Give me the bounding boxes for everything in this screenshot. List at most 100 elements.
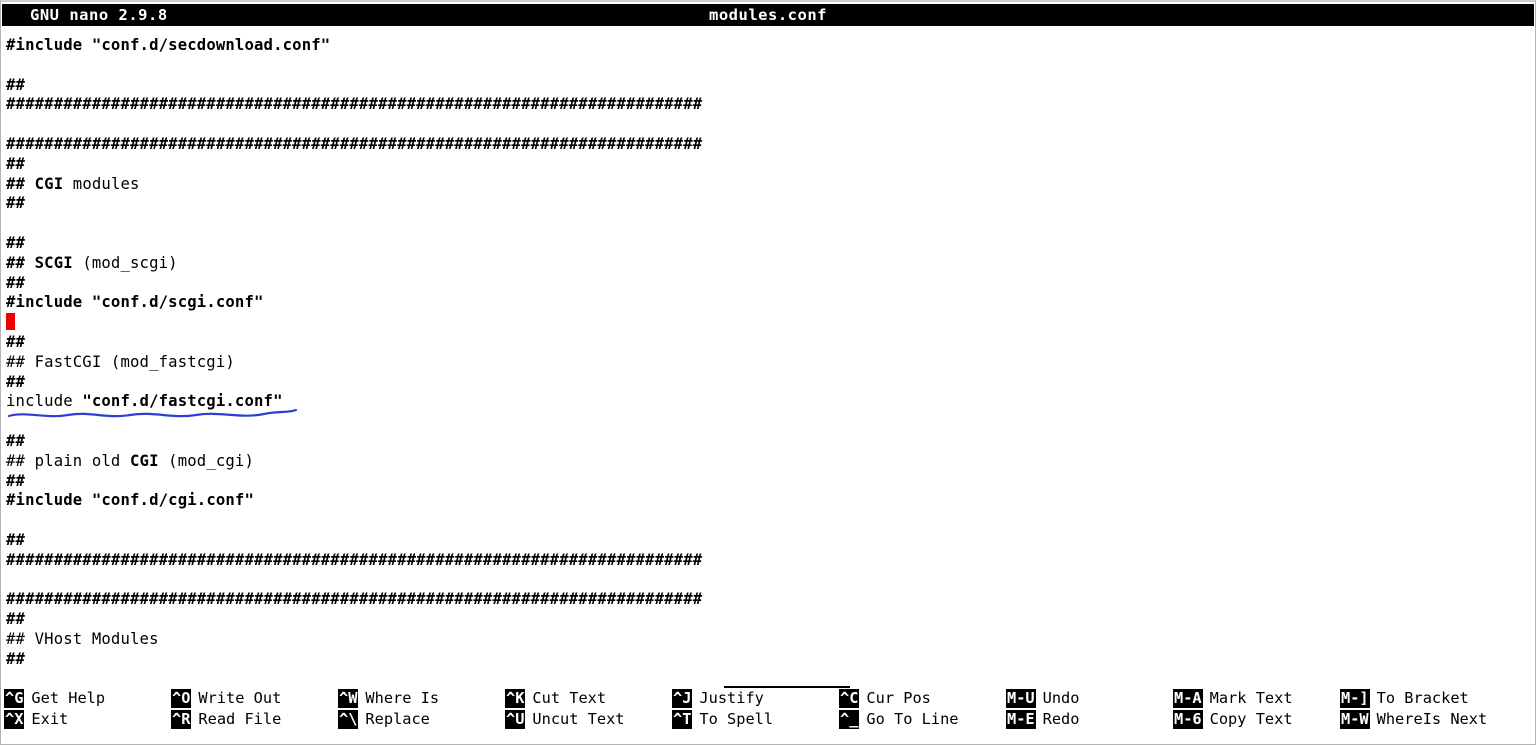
shortcut-write-out[interactable]: ^O Write Out	[171, 688, 338, 709]
shortcut-label: WhereIs Next	[1376, 710, 1488, 728]
shortcut-cut-text[interactable]: ^K Cut Text	[505, 688, 672, 709]
shortcut-label: Cut Text	[532, 689, 607, 707]
shortcut-label: Replace	[365, 710, 430, 728]
shortcut-key: ^X	[4, 710, 25, 729]
editor-text-segment: CGI	[34, 174, 64, 193]
editor-line[interactable]: ########################################…	[6, 95, 1534, 115]
shortcut-key: M-]	[1340, 689, 1370, 708]
editor-text-segment: ##	[6, 194, 26, 213]
editor-line[interactable]: #include "conf.d/cgi.conf"	[6, 491, 1534, 511]
editor-line[interactable]: ########################################…	[6, 551, 1534, 571]
editor-line[interactable]: ## FastCGI (mod_fastcgi)	[6, 353, 1534, 373]
editor-text-segment: ##	[6, 471, 26, 490]
editor-text-segment: (mod_scgi)	[72, 253, 178, 272]
shortcut-uncut-text[interactable]: ^U Uncut Text	[505, 709, 672, 730]
editor-line[interactable]: ##	[6, 650, 1534, 664]
editor-text-segment: #include	[6, 491, 92, 510]
editor-text-segment: ## plain old	[6, 451, 130, 470]
editor-line[interactable]: ## SCGI (mod_scgi)	[6, 254, 1534, 274]
shortcut-mark-text[interactable]: M-A Mark Text	[1173, 688, 1340, 709]
shortcut-read-file[interactable]: ^R Read File	[171, 709, 338, 730]
shortcut-help-bar: ^G Get Help ^O Write Out ^W Where Is ^K Cut Tex…	[2, 688, 1534, 742]
shortcut-justify[interactable]: ^J Justify	[672, 688, 839, 709]
shortcut-to-bracket[interactable]: M-] To Bracket	[1340, 688, 1510, 709]
shortcut-key: ^K	[505, 689, 526, 708]
text-editing-area[interactable]: #include "conf.d/secdownload.conf" ## ###…	[2, 28, 1534, 664]
editor-text-segment: ########################################…	[6, 590, 703, 609]
editor-text-segment: ##	[6, 372, 26, 391]
editor-line[interactable]: ##	[6, 155, 1534, 175]
editor-line[interactable]: ## CGI modules	[6, 175, 1534, 195]
editor-line[interactable]: ########################################…	[6, 590, 1534, 610]
editor-text-segment: ##	[6, 431, 26, 450]
editor-text-segment: ##	[6, 332, 26, 351]
editor-text-segment: "conf.d/secdownload.conf"	[91, 36, 331, 54]
editor-text-segment: "conf.d/fastcgi.conf"	[82, 392, 283, 411]
shortcut-key: ^O	[171, 689, 192, 708]
shortcut-key: ^J	[672, 689, 693, 708]
shortcut-key: ^W	[338, 689, 359, 708]
shortcut-key: ^U	[505, 710, 526, 729]
shortcut-exit[interactable]: ^X Exit	[2, 709, 171, 730]
shortcut-key: ^G	[4, 689, 25, 708]
editor-line[interactable]: ########################################…	[6, 135, 1534, 155]
shortcut-go-to-line[interactable]: ^_ Go To Line	[839, 709, 1006, 730]
shortcut-label: Uncut Text	[532, 710, 625, 728]
editor-text-segment: ## VHost Modules	[6, 629, 159, 648]
editor-line[interactable]: ##	[6, 472, 1534, 492]
shortcut-label: Get Help	[31, 689, 106, 707]
editor-line[interactable]: ##	[6, 373, 1534, 393]
shortcut-whereis-next[interactable]: M-W WhereIs Next	[1340, 709, 1510, 730]
shortcut-label: Cur Pos	[866, 689, 931, 707]
editor-line[interactable]: ##	[6, 234, 1534, 254]
editor-line[interactable]: ##	[6, 76, 1534, 96]
shortcut-to-spell[interactable]: ^T To Spell	[672, 709, 839, 730]
shortcut-row: ^X Exit ^R Read File ^\ Replace ^U Uncut Text ^T…	[2, 709, 1534, 730]
editor-line[interactable]	[6, 115, 1534, 135]
shortcut-key: M-E	[1006, 710, 1036, 729]
editor-line[interactable]	[6, 313, 1534, 333]
shortcut-label: Mark Text	[1209, 689, 1293, 707]
shortcut-label: Exit	[31, 710, 69, 728]
editor-line[interactable]: #include "conf.d/secdownload.conf"	[6, 36, 1534, 56]
shortcut-label: Justify	[699, 689, 764, 707]
editor-line[interactable]	[6, 571, 1534, 591]
shortcut-redo[interactable]: M-E Redo	[1006, 709, 1173, 730]
shortcut-get-help[interactable]: ^G Get Help	[2, 688, 171, 709]
shortcut-undo[interactable]: M-U Undo	[1006, 688, 1173, 709]
editor-line[interactable]: #include "conf.d/scgi.conf"	[6, 293, 1534, 313]
shortcut-key: ^R	[171, 710, 192, 729]
editor-text-segment: ########################################…	[6, 550, 703, 569]
editor-line[interactable]: ## plain old CGI (mod_cgi)	[6, 452, 1534, 472]
status-message-line: [ Cancelled ]	[2, 666, 1534, 706]
editor-line[interactable]	[6, 511, 1534, 531]
editor-line[interactable]: ##	[6, 432, 1534, 452]
shortcut-label: To Spell	[699, 710, 774, 728]
shortcut-row: ^G Get Help ^O Write Out ^W Where Is ^K Cut Tex…	[2, 688, 1534, 709]
editor-text-segment: ##	[6, 75, 26, 94]
editor-line[interactable]	[6, 214, 1534, 234]
editor-line[interactable]: include "conf.d/fastcgi.conf"	[6, 392, 1534, 418]
editor-text-segment: ##	[6, 154, 26, 173]
shortcut-label: Write Out	[198, 689, 282, 707]
shortcut-replace[interactable]: ^\ Replace	[338, 709, 505, 730]
editor-text-segment: include	[6, 392, 83, 411]
nano-editor-window: GNU nano 2.9.8 modules.conf #include "co…	[0, 0, 1536, 745]
shortcut-label: Where Is	[365, 689, 440, 707]
shortcut-where-is[interactable]: ^W Where Is	[338, 688, 505, 709]
editor-text-segment: ##	[6, 273, 26, 292]
shortcut-cur-pos[interactable]: ^C Cur Pos	[839, 688, 1006, 709]
editor-line[interactable]	[6, 412, 1534, 432]
editor-line[interactable]: ## VHost Modules	[6, 630, 1534, 650]
shortcut-copy-text[interactable]: M-6 Copy Text	[1173, 709, 1340, 730]
editor-line[interactable]: ##	[6, 274, 1534, 294]
shortcut-label: Copy Text	[1209, 710, 1293, 728]
shortcut-label: Undo	[1042, 689, 1080, 707]
editor-line[interactable]: ##	[6, 194, 1534, 214]
editor-text-segment: ########################################…	[6, 95, 703, 114]
editor-line[interactable]: ##	[6, 333, 1534, 353]
editor-line[interactable]: ##	[6, 610, 1534, 630]
editor-text-segment: "conf.d/cgi.conf"	[91, 491, 255, 510]
editor-line[interactable]: ##	[6, 531, 1534, 551]
editor-line[interactable]	[6, 56, 1534, 76]
